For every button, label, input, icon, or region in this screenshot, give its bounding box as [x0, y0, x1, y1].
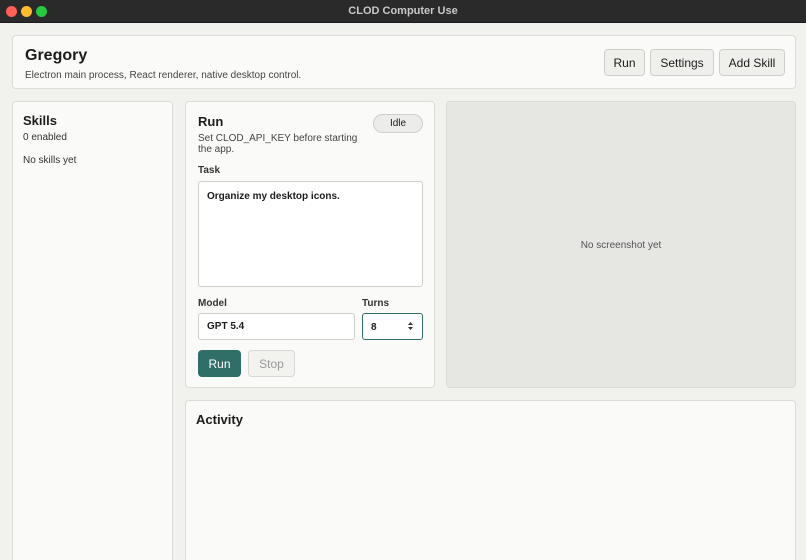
screenshot-empty-state: No screenshot yet — [580, 240, 662, 251]
activity-title: Activity — [196, 412, 243, 427]
skills-panel: Skills 0 enabled No skills yet — [12, 101, 173, 560]
api-key-hint: Set CLOD_API_KEY before starting the app… — [198, 133, 358, 155]
window-title: CLOD Computer Use — [348, 5, 458, 17]
task-input[interactable]: Organize my desktop icons. — [198, 181, 423, 287]
turns-label: Turns — [362, 298, 390, 309]
app-title: Gregory — [25, 47, 88, 64]
model-input[interactable] — [198, 313, 355, 340]
activity-panel: Activity — [185, 400, 796, 560]
model-label: Model — [198, 298, 227, 309]
header-run-button[interactable]: Run — [604, 49, 645, 76]
skills-count: 0 enabled — [23, 132, 67, 143]
skills-title: Skills — [23, 113, 57, 128]
run-button[interactable]: Run — [198, 350, 241, 377]
turns-stepper[interactable]: 8 — [362, 313, 423, 340]
settings-button[interactable]: Settings — [650, 49, 714, 76]
skills-empty-state: No skills yet — [23, 155, 77, 166]
turns-value: 8 — [371, 322, 377, 333]
app-subtitle: Electron main process, React renderer, n… — [25, 70, 302, 81]
stepper-arrows-icon[interactable] — [407, 320, 414, 332]
window-titlebar: CLOD Computer Use — [0, 0, 806, 23]
stop-button[interactable]: Stop — [248, 350, 295, 377]
app-content: Gregory Electron main process, React ren… — [0, 23, 806, 560]
screenshot-preview: No screenshot yet — [446, 101, 796, 388]
add-skill-button[interactable]: Add Skill — [719, 49, 785, 76]
status-badge: Idle — [373, 114, 423, 133]
app-header: Gregory Electron main process, React ren… — [12, 35, 796, 89]
task-label: Task — [198, 165, 221, 176]
run-panel: Run Set CLOD_API_KEY before starting the… — [185, 101, 435, 388]
run-panel-title: Run — [198, 114, 224, 129]
